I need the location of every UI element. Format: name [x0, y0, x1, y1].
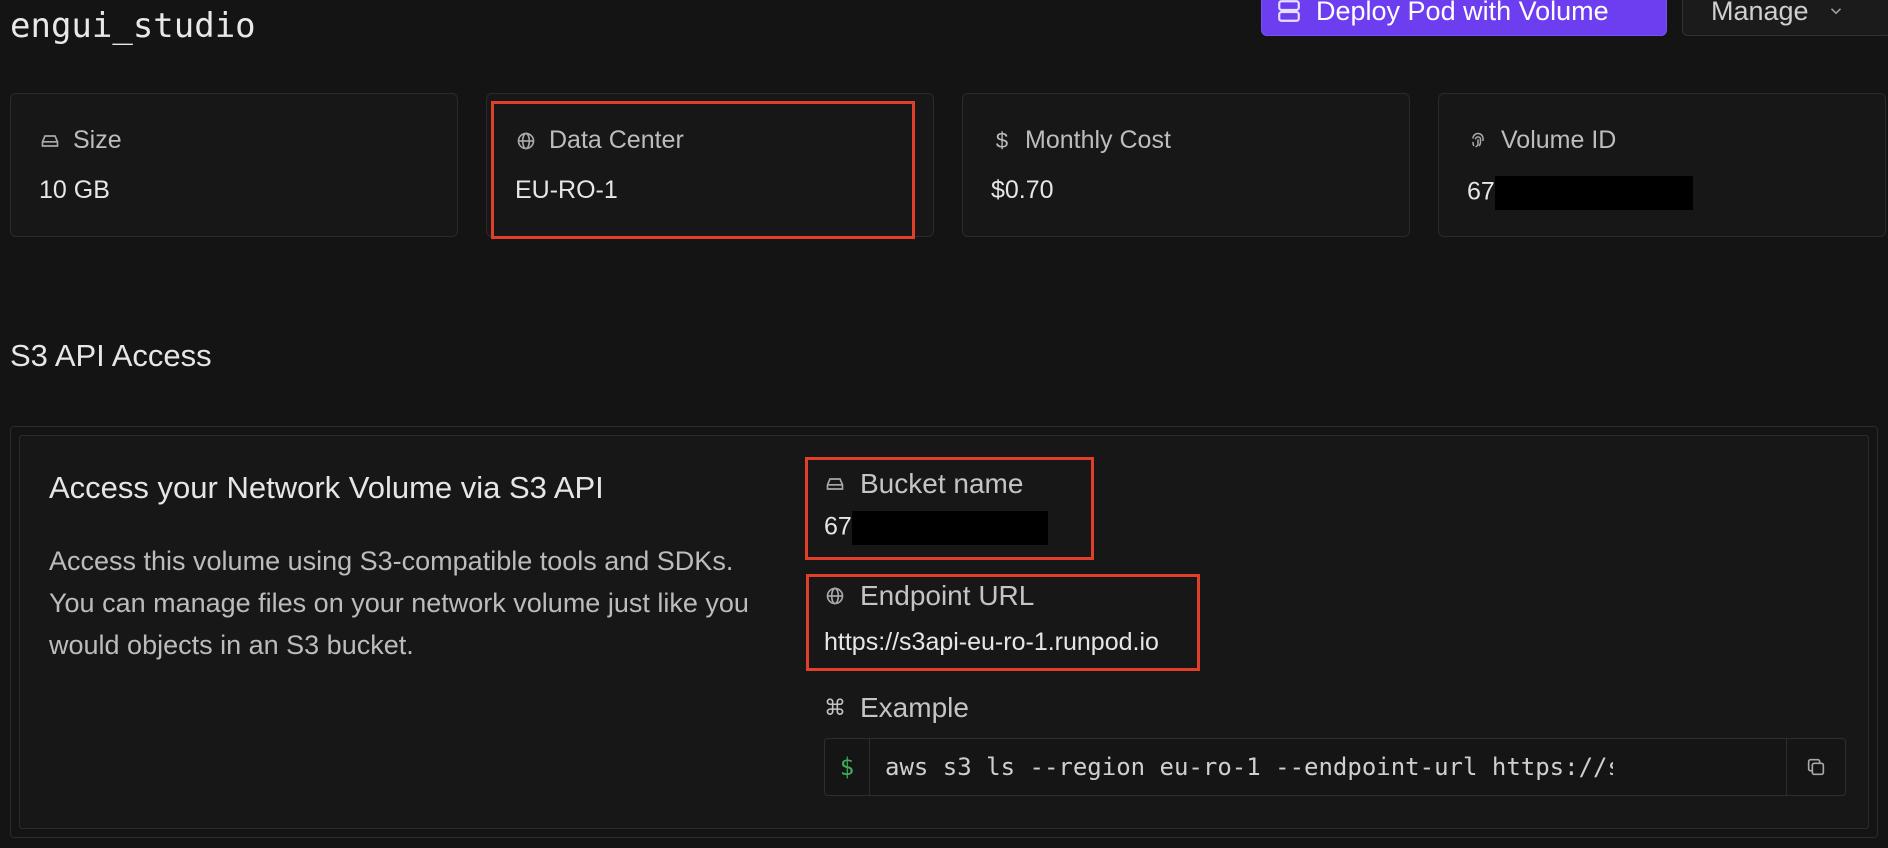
s3-heading: Access your Network Volume via S3 API	[49, 470, 604, 505]
drive-icon	[824, 473, 846, 495]
data-center-label: Data Center	[549, 126, 684, 154]
copy-icon	[1805, 756, 1827, 778]
monthly-cost-card: $ Monthly Cost $0.70	[962, 93, 1410, 237]
bucket-name-label-row: Bucket name	[824, 468, 1023, 500]
example-command[interactable]: aws s3 ls --region eu-ro-1 --endpoint-ur…	[885, 739, 1613, 795]
data-center-value: EU-RO-1	[515, 176, 618, 204]
server-icon	[1276, 0, 1302, 24]
volume-id-label: Volume ID	[1501, 126, 1617, 154]
chevron-down-icon	[1825, 0, 1847, 22]
copy-button[interactable]	[1786, 739, 1845, 795]
volume-id-text: 67	[1467, 177, 1495, 206]
monthly-cost-label: Monthly Cost	[1025, 126, 1171, 154]
size-value: 10 GB	[39, 176, 110, 204]
deploy-pod-button[interactable]: Deploy Pod with Volume	[1261, 0, 1667, 36]
s3-description: Access this volume using S3-compatible t…	[49, 546, 749, 660]
example-label: Example	[860, 692, 969, 723]
size-label: Size	[73, 126, 122, 154]
dollar-icon: $	[995, 127, 1009, 153]
endpoint-url-label: Endpoint URL	[860, 580, 1035, 611]
manage-dropdown[interactable]: Manage	[1682, 0, 1888, 36]
bucket-name-text: 67	[824, 512, 852, 541]
monthly-cost-value: $0.70	[991, 176, 1054, 204]
volume-id-card: Volume ID 67	[1438, 93, 1886, 237]
fingerprint-icon	[1467, 130, 1489, 152]
example-code-block: $ aws s3 ls --region eu-ro-1 --endpoint-…	[824, 738, 1846, 796]
bucket-name-label: Bucket name	[860, 468, 1024, 499]
size-card: Size 10 GB	[10, 93, 458, 237]
redaction-bar	[851, 511, 1048, 545]
code-prompt: $	[825, 739, 870, 795]
volume-id-value: 67	[1467, 176, 1693, 210]
bucket-name-value: 67	[824, 511, 1048, 545]
example-label-row: ⌘ Example	[824, 692, 969, 724]
page-title: engui_studio	[10, 6, 256, 46]
manage-label: Manage	[1711, 0, 1809, 26]
endpoint-url-label-row: Endpoint URL	[824, 580, 1034, 612]
globe-icon	[515, 130, 537, 152]
redaction-bar	[1494, 176, 1693, 210]
deploy-pod-label: Deploy Pod with Volume	[1316, 0, 1609, 26]
s3-section-title: S3 API Access	[10, 338, 212, 373]
endpoint-url-value[interactable]: https://s3api-eu-ro-1.runpod.io	[824, 628, 1159, 657]
drive-icon	[39, 130, 61, 152]
command-icon: ⌘	[824, 695, 846, 720]
globe-icon	[824, 585, 846, 607]
data-center-card: Data Center EU-RO-1	[486, 93, 934, 237]
